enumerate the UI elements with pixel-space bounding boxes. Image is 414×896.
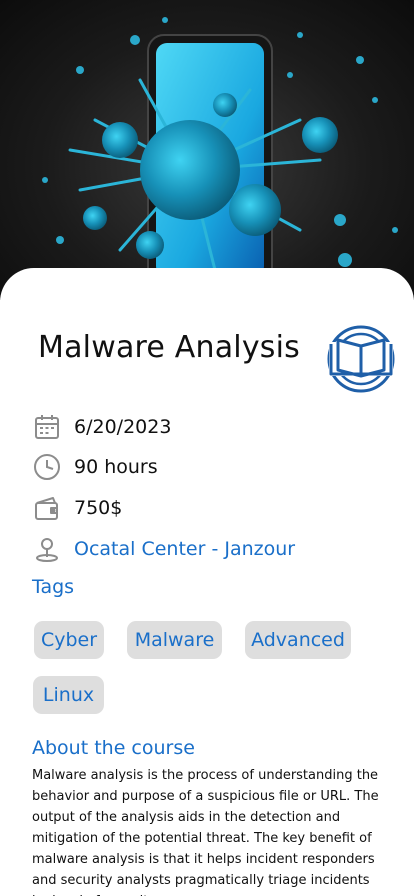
calendar-icon	[32, 412, 62, 442]
course-price: 750$	[74, 497, 123, 519]
about-heading: About the course	[32, 737, 195, 759]
tag-chip[interactable]: Linux	[33, 676, 104, 714]
tag-chip[interactable]: Advanced	[245, 621, 351, 659]
course-date-row: 6/20/2023	[32, 412, 171, 442]
course-location-link[interactable]: Ocatal Center - Janzour	[74, 538, 295, 560]
course-location-row[interactable]: Ocatal Center - Janzour	[32, 534, 295, 564]
course-hero-image	[0, 0, 414, 300]
tags-heading: Tags	[32, 576, 75, 598]
course-price-row: 750$	[32, 493, 122, 523]
tag-chip[interactable]: Malware	[127, 621, 222, 659]
course-duration: 90 hours	[74, 456, 158, 478]
open-book-icon	[326, 324, 396, 394]
tag-chip[interactable]: Cyber	[34, 621, 104, 659]
wallet-icon	[32, 493, 62, 523]
clock-icon	[32, 452, 62, 482]
map-pin-icon	[32, 534, 62, 564]
about-description: Malware analysis is the process of under…	[32, 768, 379, 896]
course-title: Malware Analysis	[38, 330, 300, 365]
course-date: 6/20/2023	[74, 416, 172, 438]
course-duration-row: 90 hours	[32, 452, 158, 482]
